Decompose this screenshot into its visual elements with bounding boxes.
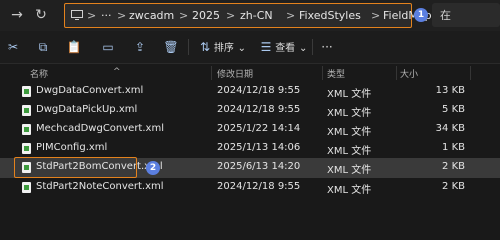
- file-modified: 2024/12/18 9:55: [217, 85, 301, 96]
- file-type: XML 文件: [327, 146, 372, 157]
- breadcrumb-separator: >: [87, 9, 97, 22]
- breadcrumb-separator: >: [286, 9, 296, 22]
- breadcrumb-item-zh-cn[interactable]: zh-CN: [240, 4, 273, 27]
- share-icon[interactable]: ⇪: [132, 39, 148, 55]
- breadcrumb-item-zwcadm[interactable]: zwcadm: [129, 4, 174, 27]
- view-icon: ☰: [260, 40, 272, 54]
- rename-icon[interactable]: ▭: [100, 39, 116, 55]
- breadcrumb-separator: >: [226, 9, 236, 22]
- file-size: 2 KB: [442, 161, 465, 172]
- file-modified: 2025/6/13 14:20: [217, 161, 301, 172]
- file-row[interactable]: PIMConfig.xml 2025/1/13 14:06 XML 文件 1 K…: [0, 139, 500, 159]
- command-toolbar: ✂ ⧉ 📋 ▭ ⇪ 🗑 ⇅ 排序 ⌄ ☰ 查看 ⌄ ···: [0, 31, 500, 64]
- xml-file-icon: [22, 182, 31, 193]
- file-size: 1 KB: [442, 142, 465, 153]
- file-size: 13 KB: [435, 85, 465, 96]
- this-pc-icon: [71, 10, 83, 20]
- view-button[interactable]: ☰ 查看 ⌄: [258, 39, 310, 55]
- file-row[interactable]: MechcadDwgConvert.xml 2025/1/22 14:14 XM…: [0, 120, 500, 140]
- file-type: XML 文件: [327, 108, 372, 119]
- file-name: DwgDataConvert.xml: [36, 85, 144, 96]
- selection-highlight-box: [14, 157, 137, 178]
- delete-icon[interactable]: 🗑: [163, 39, 179, 55]
- column-divider[interactable]: [322, 66, 323, 80]
- search-label: 在: [440, 9, 451, 22]
- file-type: XML 文件: [327, 185, 372, 196]
- toolbar-divider: [312, 39, 313, 55]
- file-name: PIMConfig.xml: [36, 142, 108, 153]
- toolbar-divider: [188, 39, 189, 55]
- file-type: XML 文件: [327, 127, 372, 138]
- sort-icon: ⇅: [199, 40, 210, 54]
- breadcrumb-separator: >: [179, 9, 189, 22]
- copy-icon[interactable]: ⧉: [35, 39, 51, 55]
- column-divider[interactable]: [211, 66, 212, 80]
- breadcrumb-item-2025[interactable]: 2025: [192, 4, 220, 27]
- file-name: MechcadDwgConvert.xml: [36, 123, 164, 134]
- file-explorer-window: → ↻ > ··· > zwcadm > 2025 > zh-CN > Fixe…: [0, 0, 500, 201]
- file-size: 34 KB: [435, 123, 465, 134]
- breadcrumb-separator: >: [371, 9, 381, 22]
- more-options-button[interactable]: ···: [318, 39, 336, 55]
- annotation-badge-2: 2: [146, 161, 160, 175]
- file-row[interactable]: DwgDataConvert.xml 2024/12/18 9:55 XML 文…: [0, 82, 500, 102]
- file-type: XML 文件: [327, 89, 372, 100]
- file-row[interactable]: StdPart2NoteConvert.xml 2024/12/18 9:55 …: [0, 178, 500, 198]
- file-size: 5 KB: [442, 104, 465, 115]
- sort-label: 排序: [213, 43, 234, 54]
- view-label: 查看: [275, 43, 296, 54]
- breadcrumb-overflow[interactable]: ···: [101, 4, 112, 27]
- column-divider[interactable]: [470, 66, 471, 80]
- file-size: 2 KB: [442, 181, 465, 192]
- paste-icon[interactable]: 📋: [66, 39, 82, 55]
- chevron-down-icon: ⌄: [237, 43, 247, 54]
- column-header-type[interactable]: 类型: [327, 67, 345, 80]
- annotation-badge-1: 1: [414, 8, 428, 22]
- file-name: StdPart2NoteConvert.xml: [36, 181, 164, 192]
- refresh-icon[interactable]: ↻: [32, 6, 50, 24]
- search-input[interactable]: 在: [432, 3, 500, 27]
- column-header-size[interactable]: 大小: [400, 67, 418, 80]
- xml-file-icon: [22, 143, 31, 154]
- xml-file-icon: [22, 86, 31, 97]
- column-header-name[interactable]: 名称: [30, 67, 48, 80]
- address-bar-row: → ↻ > ··· > zwcadm > 2025 > zh-CN > Fixe…: [0, 0, 500, 31]
- file-modified: 2024/12/18 9:55: [217, 104, 301, 115]
- column-header-row: ^ 名称 修改日期 类型 大小: [0, 64, 500, 82]
- address-bar[interactable]: > ··· > zwcadm > 2025 > zh-CN > FixedSty…: [64, 3, 432, 28]
- breadcrumb-item-fixedstyles[interactable]: FixedStyles: [299, 4, 361, 27]
- file-type: XML 文件: [327, 165, 372, 176]
- file-name: DwgDataPickUp.xml: [36, 104, 138, 115]
- file-row[interactable]: DwgDataPickUp.xml 2024/12/18 9:55 XML 文件…: [0, 101, 500, 121]
- xml-file-icon: [22, 124, 31, 135]
- file-modified: 2024/12/18 9:55: [217, 181, 301, 192]
- file-modified: 2025/1/22 14:14: [217, 123, 301, 134]
- xml-file-icon: [22, 105, 31, 116]
- chevron-down-icon: ⌄: [299, 43, 308, 54]
- column-divider[interactable]: [396, 66, 397, 80]
- forward-arrow-icon[interactable]: →: [8, 6, 26, 24]
- sort-caret-icon: ^: [113, 67, 121, 77]
- breadcrumb-separator: >: [117, 9, 127, 22]
- cut-icon[interactable]: ✂: [5, 39, 21, 55]
- sort-button[interactable]: ⇅ 排序 ⌄: [197, 39, 249, 55]
- column-header-modified[interactable]: 修改日期: [217, 67, 253, 80]
- file-modified: 2025/1/13 14:06: [217, 142, 301, 153]
